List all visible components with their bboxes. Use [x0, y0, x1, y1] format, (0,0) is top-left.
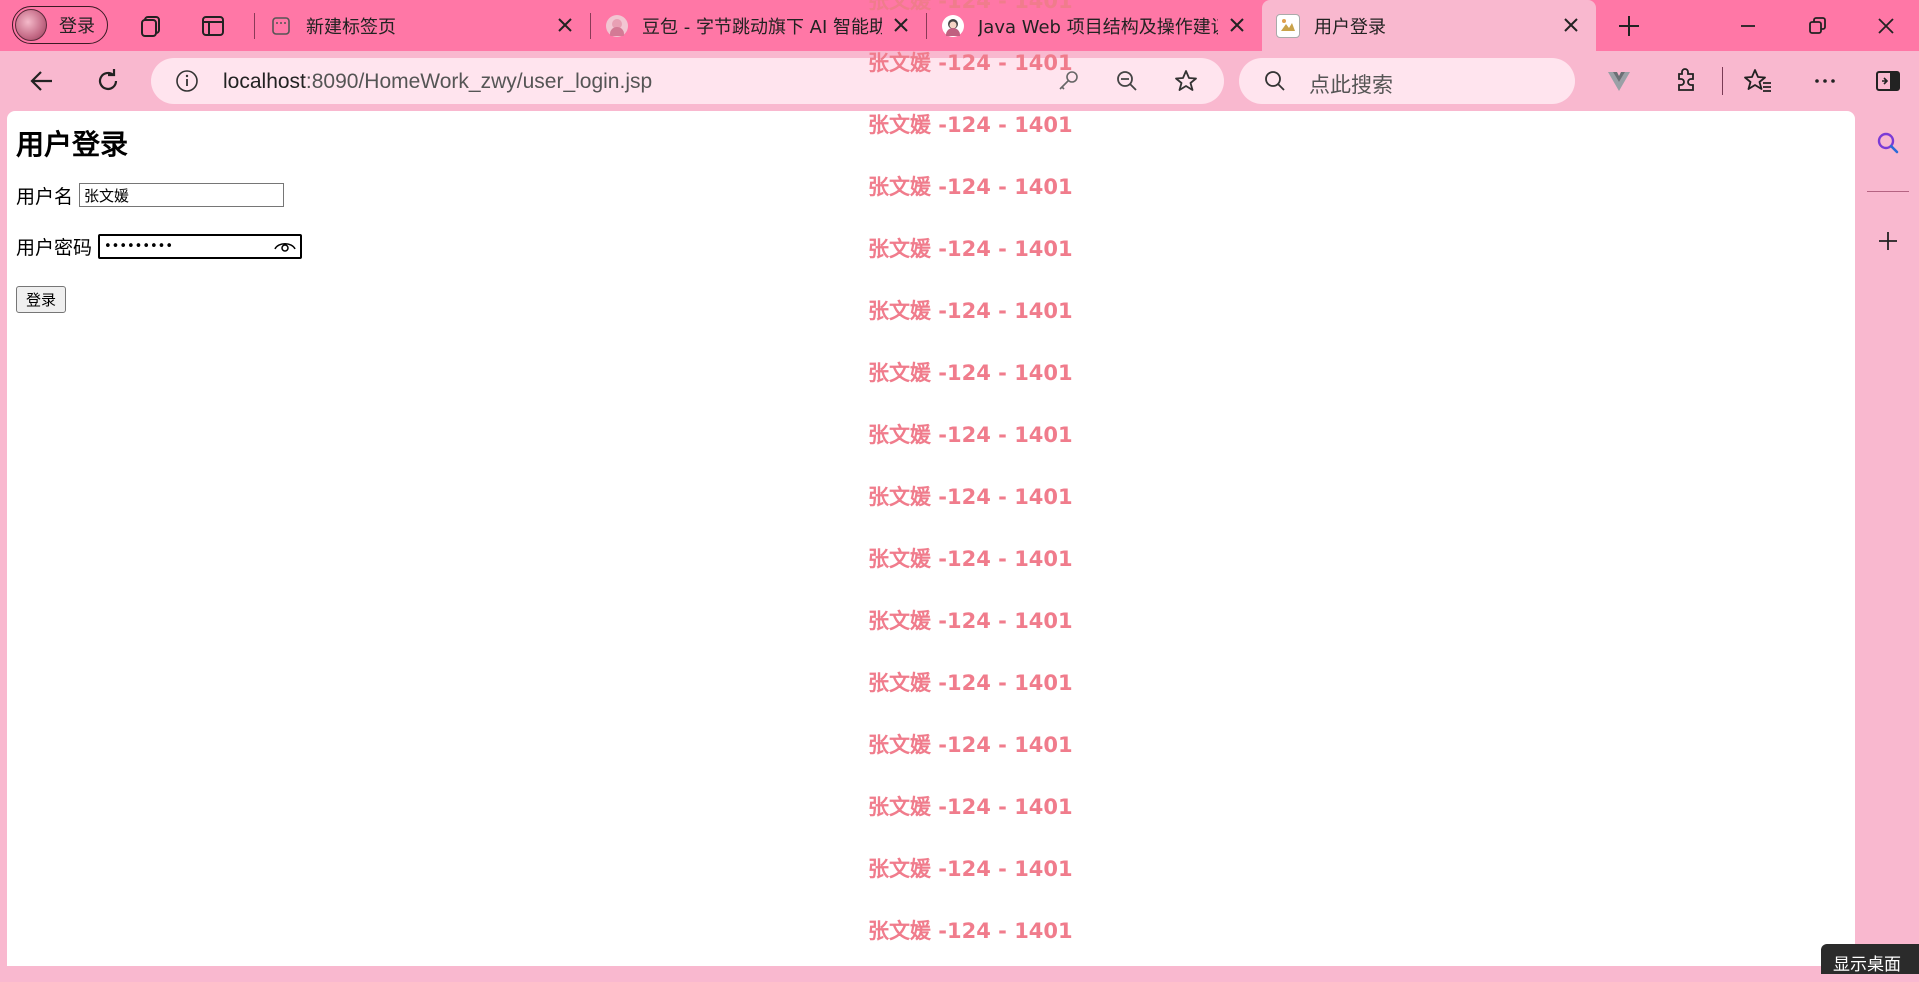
tab-title: 豆包 - 字节跳动旗下 AI 智能助 [642, 16, 882, 38]
tab-java-web[interactable]: Java Web 项目结构及操作建议 [928, 0, 1262, 51]
search-box[interactable]: 点此搜索 [1239, 58, 1575, 104]
doubao-icon [942, 14, 964, 37]
tab-separator [254, 13, 255, 39]
close-tab-icon[interactable] [1226, 14, 1248, 36]
password-label: 用户密码 [16, 237, 93, 259]
login-button[interactable]: 登录 [16, 286, 66, 313]
page-icon [1276, 13, 1300, 38]
sidebar-toggle-icon[interactable] [1873, 66, 1903, 96]
new-tab-plus-icon[interactable] [1616, 13, 1642, 39]
favorites-icon[interactable] [1743, 66, 1773, 96]
restore-icon[interactable] [1804, 13, 1830, 39]
username-label: 用户名 [16, 186, 74, 208]
close-tab-icon[interactable] [554, 14, 576, 36]
key-icon[interactable] [1056, 69, 1080, 93]
refresh-icon[interactable] [93, 66, 123, 96]
vue-devtools-icon[interactable] [1604, 66, 1634, 96]
close-tab-icon[interactable] [890, 14, 912, 36]
close-tab-icon[interactable] [1560, 14, 1582, 36]
tab-strip: 登录 新建标签页 豆包 - 字节跳动旗下 AI 智能助 Java Web 项目结… [0, 0, 1919, 51]
navigation-toolbar: localhost:8090/HomeWork_zwy/user_login.j… [0, 51, 1919, 111]
tab-title: Java Web 项目结构及操作建议 [978, 16, 1218, 38]
more-options-icon[interactable] [1810, 66, 1840, 96]
back-icon[interactable] [27, 66, 57, 96]
tab-new-tab[interactable]: 新建标签页 [256, 0, 590, 51]
sidebar-separator [1867, 191, 1909, 192]
workspaces-icon[interactable] [138, 13, 164, 39]
close-window-icon[interactable] [1873, 13, 1899, 39]
url-path: :8090/HomeWork_zwy/user_login.jsp [305, 70, 653, 93]
show-password-icon[interactable] [274, 239, 296, 253]
doubao-icon [606, 14, 628, 37]
username-value: 张文媛 [84, 186, 130, 205]
profile-button[interactable]: 登录 [12, 6, 108, 44]
search-placeholder: 点此搜索 [1309, 73, 1393, 97]
toolbar-separator [1722, 67, 1723, 95]
tab-separator [590, 13, 591, 39]
url-host: localhost [223, 70, 306, 93]
extensions-icon[interactable] [1671, 66, 1701, 96]
address-bar[interactable]: localhost:8090/HomeWork_zwy/user_login.j… [151, 58, 1224, 104]
url-text[interactable]: localhost:8090/HomeWork_zwy/user_login.j… [223, 70, 652, 94]
profile-label: 登录 [59, 16, 95, 37]
search-icon [1265, 71, 1285, 91]
zoom-out-icon[interactable] [1115, 69, 1139, 93]
page-viewport: 用户登录 用户名 张文媛 用户密码 ••••••••• 登录 [7, 111, 1855, 966]
tab-separator [926, 13, 927, 39]
password-input[interactable]: ••••••••• [98, 234, 302, 259]
vertical-tabs-icon[interactable] [200, 13, 226, 39]
avatar [15, 9, 47, 41]
site-info-icon[interactable] [175, 69, 199, 93]
password-masked-value: ••••••••• [104, 239, 174, 254]
tab-doubao[interactable]: 豆包 - 字节跳动旗下 AI 智能助 [592, 0, 926, 51]
sidebar-search-icon[interactable] [1875, 130, 1901, 156]
minimize-icon[interactable] [1735, 13, 1761, 39]
username-input[interactable]: 张文媛 [79, 183, 284, 207]
sidebar-add-icon[interactable] [1876, 229, 1900, 253]
edge-sidebar [1855, 111, 1919, 966]
tab-user-login[interactable]: 用户登录 [1262, 0, 1596, 51]
tab-title: 用户登录 [1314, 16, 1386, 38]
new-tab-icon [270, 15, 292, 37]
show-desktop-tooltip: 显示桌面 [1821, 944, 1919, 975]
page-title: 用户登录 [16, 128, 129, 161]
tab-title: 新建标签页 [306, 16, 396, 38]
favorite-star-icon[interactable] [1173, 68, 1199, 94]
